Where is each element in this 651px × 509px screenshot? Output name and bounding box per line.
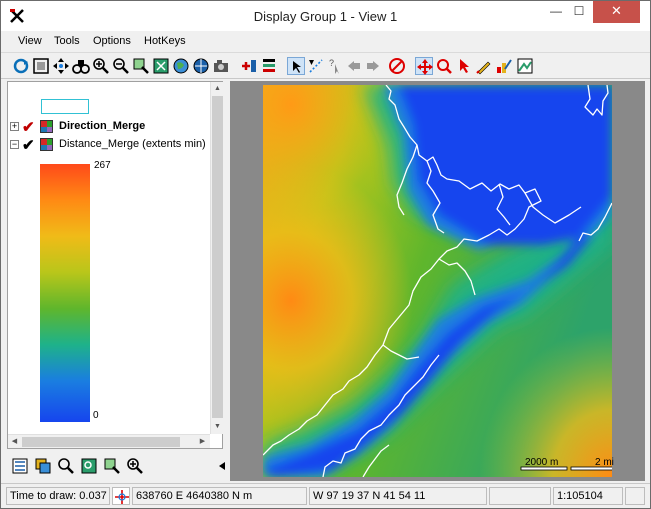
distance-raster-map[interactable] (263, 85, 612, 477)
back-icon[interactable] (345, 57, 363, 75)
color-ramp-legend (40, 164, 90, 422)
latlon-coordinates: W 97 19 37 N 41 54 11 (309, 487, 487, 505)
scroll-down-arrow-icon[interactable]: ▼ (211, 420, 224, 433)
binoculars-icon[interactable] (72, 57, 90, 75)
globe-icon[interactable] (172, 57, 190, 75)
cancel-draw-icon[interactable] (388, 57, 406, 75)
map-scale: 1:105104 (553, 487, 623, 505)
display-window: Display Group 1 - View 1 — ☐ ✕ View Tool… (0, 0, 651, 509)
horizontal-scrollbar[interactable]: ◀ ▶ (8, 434, 210, 448)
locator-icon[interactable] (112, 487, 130, 505)
pointer-tool-icon[interactable] (455, 57, 473, 75)
layer-list-icon[interactable] (260, 57, 278, 75)
help-pointer-icon[interactable]: ? (326, 57, 344, 75)
scroll-left-arrow-icon[interactable]: ◀ (8, 435, 21, 448)
sketch-tool-icon[interactable] (475, 57, 493, 75)
status-bar: Time to draw: 0.037 638760 E 4640380 N m… (1, 483, 650, 508)
close-button[interactable]: ✕ (593, 1, 640, 23)
expand-button[interactable]: + (10, 122, 19, 131)
snapshot-icon[interactable] (212, 57, 230, 75)
horizontal-scroll-thumb[interactable] (22, 437, 180, 447)
zoom-extents-icon[interactable] (152, 57, 170, 75)
scroll-up-arrow-icon[interactable]: ▲ (211, 82, 224, 95)
scale-bar-metric-label: 2000 m (525, 457, 559, 468)
edit-tool-icon[interactable] (495, 57, 513, 75)
main-toolbar: ? (1, 53, 650, 79)
utm-coordinates: 638760 E 4640380 N m (132, 487, 307, 505)
menu-options[interactable]: Options (93, 35, 131, 47)
layer-name[interactable]: Distance_Merge (extents min) (59, 138, 206, 150)
group-layers-icon[interactable] (34, 457, 52, 475)
zoom-in-icon[interactable] (92, 57, 110, 75)
status-resize-grip[interactable] (625, 487, 645, 505)
raster-layer-icon (40, 120, 53, 133)
move-tool-icon[interactable] (415, 57, 433, 75)
view-toggle-icon[interactable] (516, 57, 534, 75)
visibility-check-icon[interactable]: ✔ (22, 118, 35, 136)
visibility-check-icon[interactable]: ✔ (22, 136, 35, 154)
group-node-placeholder[interactable] (41, 99, 89, 114)
layer-toolbar (7, 455, 225, 481)
vertical-scroll-thumb[interactable] (212, 96, 223, 418)
status-blank (489, 487, 551, 505)
full-view-icon[interactable] (32, 57, 50, 75)
zoom-in-layer-icon[interactable] (126, 457, 144, 475)
legend-list-icon[interactable] (11, 457, 29, 475)
raster-layer-icon (40, 138, 53, 151)
pan-icon[interactable] (52, 57, 70, 75)
select-icon[interactable] (287, 57, 305, 75)
menu-hotkeys[interactable]: HotKeys (144, 35, 186, 47)
scale-bar-imperial-label: 2 mi (595, 457, 614, 468)
zoom-out-icon[interactable] (112, 57, 130, 75)
zoom-layer-box-icon[interactable] (103, 457, 121, 475)
measure-icon[interactable] (307, 57, 325, 75)
redraw-icon[interactable] (12, 57, 30, 75)
map-view[interactable]: 2000 m 2 mi (230, 81, 645, 481)
menu-tools[interactable]: Tools (54, 35, 80, 47)
vertical-scrollbar[interactable]: ▲ ▼ (210, 82, 223, 434)
title-bar: Display Group 1 - View 1 — ☐ ✕ (1, 1, 650, 31)
legend-min-label: 0 (93, 410, 99, 421)
layer-name[interactable]: Direction_Merge (59, 120, 145, 132)
svg-text:?: ? (329, 58, 334, 68)
layer-tree-panel: + ✔ Direction_Merge − ✔ Distance_Merge (… (7, 81, 223, 449)
collapse-panel-arrow-icon[interactable] (213, 457, 225, 475)
menu-view[interactable]: View (18, 35, 42, 47)
legend-max-label: 267 (94, 160, 111, 171)
collapse-button[interactable]: − (10, 140, 19, 149)
zoom-tool-icon[interactable] (435, 57, 453, 75)
forward-icon[interactable] (364, 57, 382, 75)
maximize-button[interactable]: ☐ (564, 1, 594, 23)
zoom-to-layer-icon[interactable] (80, 457, 98, 475)
search-icon[interactable] (57, 457, 75, 475)
time-to-draw: Time to draw: 0.037 (6, 487, 110, 505)
add-layer-icon[interactable] (240, 57, 258, 75)
zoom-box-icon[interactable] (132, 57, 150, 75)
menu-bar: View Tools Options HotKeys (1, 31, 650, 53)
globe-2-icon[interactable] (192, 57, 210, 75)
scroll-right-arrow-icon[interactable]: ▶ (196, 435, 209, 448)
